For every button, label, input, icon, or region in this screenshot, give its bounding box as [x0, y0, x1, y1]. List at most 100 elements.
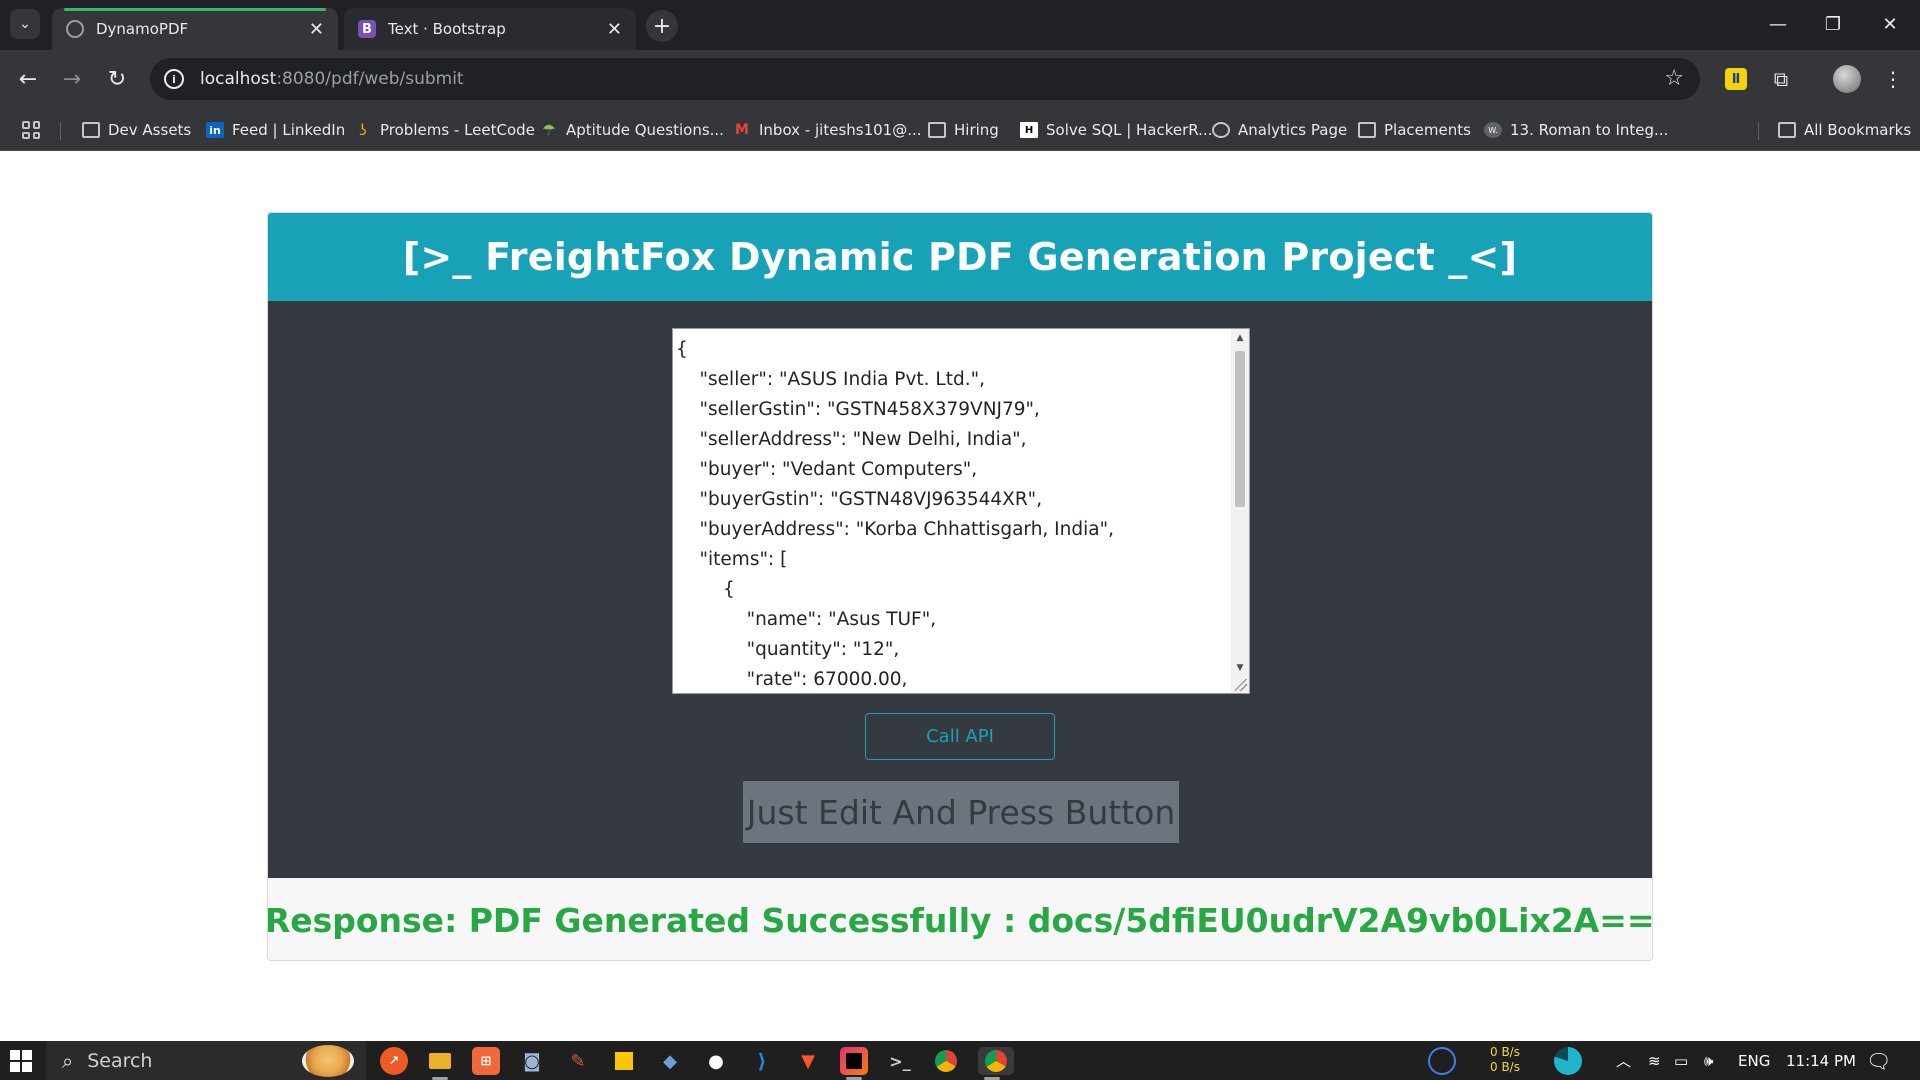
card-body: { "seller": "ASUS India Pvt. Ltd.", "sel… [268, 301, 1652, 878]
net-download: 0 B/s [1490, 1060, 1520, 1074]
show-hidden-icons[interactable]: ︿ [1616, 1041, 1631, 1080]
bookmark-dev-assets[interactable]: Dev Assets [82, 117, 191, 143]
tab-bootstrap[interactable]: B Text · Bootstrap ✕ [344, 8, 636, 50]
extension-button[interactable]: Ⅱ [1721, 64, 1751, 94]
usage-gauge-icon[interactable] [1554, 1047, 1582, 1075]
bookmark-gmail[interactable]: M Inbox - jiteshs101@... [733, 117, 922, 143]
github-icon[interactable]: ● [702, 1047, 730, 1075]
app-icon[interactable]: ◆ [656, 1047, 684, 1075]
chrome-icon[interactable] [932, 1047, 960, 1075]
json-input-textarea[interactable]: { "seller": "ASUS India Pvt. Ltd.", "sel… [672, 328, 1250, 694]
bookmark-star-icon[interactable]: ☆ [1664, 66, 1684, 91]
gmail-icon: M [735, 122, 749, 138]
browser-tabstrip: ⌄ DynamoPDF ✕ B Text · Bootstrap ✕ + — ❐… [0, 0, 1920, 50]
bookmark-analytics[interactable]: Analytics Page [1212, 117, 1347, 143]
scrollbar-thumb[interactable] [1235, 351, 1245, 507]
browser-toolbar: ← → ↻ i localhost:8080/pdf/web/submit ☆ … [0, 50, 1920, 108]
extensions-menu-button[interactable]: ⧉ [1766, 64, 1796, 94]
language-indicator[interactable]: ENG [1738, 1041, 1770, 1080]
taskbar-search[interactable]: ⌕ Search [46, 1041, 366, 1080]
brave-icon[interactable]: ▼ [794, 1047, 822, 1075]
main-card: [>_ FreightFox Dynamic PDF Generation Pr… [267, 212, 1653, 961]
tab-title: Text · Bootstrap [388, 20, 506, 38]
bookmark-label: All Bookmarks [1804, 121, 1912, 139]
paint-icon[interactable]: ✎ [564, 1047, 592, 1075]
bookmark-all-bookmarks[interactable]: All Bookmarks [1778, 117, 1911, 143]
leetcode-icon: ʖ [359, 121, 367, 139]
vscode-icon[interactable]: ⟩ [748, 1047, 776, 1075]
net-upload: 0 B/s [1490, 1045, 1520, 1059]
site-info-icon[interactable]: i [164, 69, 184, 89]
divider [1758, 122, 1759, 140]
cpu-gauge-icon[interactable] [1428, 1047, 1456, 1075]
volume-icon[interactable]: 🕪 [1704, 1041, 1713, 1080]
avatar [1833, 65, 1861, 93]
close-icon[interactable]: ✕ [607, 19, 622, 40]
postman-icon[interactable]: ↗ [380, 1047, 408, 1075]
bookmark-aptitude[interactable]: ☂ Aptitude Questions... [540, 117, 724, 143]
notification-icon[interactable]: 🗨 [1866, 1041, 1891, 1080]
windows-start-icon[interactable] [10, 1050, 32, 1072]
forward-button[interactable]: → [56, 63, 88, 95]
minimize-button[interactable]: — [1758, 10, 1798, 38]
bookmark-label: Feed | LinkedIn [232, 121, 346, 139]
bookmark-hackerrank[interactable]: H Solve SQL | HackerR... [1020, 117, 1212, 143]
bookmark-label: Problems - LeetCode [380, 121, 535, 139]
wifi-icon[interactable]: ≋ [1648, 1041, 1661, 1080]
sticky-notes-icon[interactable] [610, 1047, 638, 1075]
intellij-icon[interactable] [840, 1047, 868, 1080]
call-api-button[interactable]: Call API [865, 713, 1055, 760]
minimize-icon: — [1769, 13, 1787, 35]
bookmark-leetcode[interactable]: ʖ Problems - LeetCode [354, 117, 535, 143]
reload-button[interactable]: ↻ [101, 63, 133, 95]
api-response-text: API Response: PDF Generated Successfully… [267, 900, 1653, 940]
bookmark-label: Inbox - jiteshs101@... [759, 121, 922, 139]
new-tab-button[interactable]: + [646, 10, 678, 42]
divider [60, 122, 61, 140]
language-text: ENG [1738, 1051, 1771, 1070]
bookmark-label: Solve SQL | HackerR... [1046, 121, 1213, 139]
address-bar[interactable]: i localhost:8080/pdf/web/submit ☆ [150, 58, 1700, 100]
bookmark-roman-to-integer[interactable]: W. 13. Roman to Integ... [1484, 117, 1668, 143]
folder-icon [82, 122, 100, 138]
folder-icon [928, 122, 946, 138]
browser-menu-button[interactable]: ⋮ [1878, 64, 1908, 94]
scroll-down-icon[interactable]: ▼ [1231, 659, 1249, 677]
tab-title: DynamoPDF [96, 20, 189, 38]
linkedin-icon: in [206, 122, 224, 138]
restore-icon: ❐ [1824, 13, 1842, 35]
json-input-text[interactable]: { "seller": "ASUS India Pvt. Ltd.", "sel… [676, 335, 1221, 693]
bookmark-label: Aptitude Questions... [566, 121, 724, 139]
page-title: [>_ FreightFox Dynamic PDF Generation Pr… [402, 235, 1518, 279]
apps-button[interactable] [22, 117, 40, 143]
close-icon[interactable]: ✕ [309, 19, 324, 40]
chrome-active-icon[interactable] [978, 1047, 1014, 1080]
profile-button[interactable] [1832, 64, 1862, 94]
clock[interactable]: 11:14 PM [1786, 1041, 1856, 1080]
chevron-up-icon: ︿ [1616, 1052, 1632, 1070]
terminal-icon[interactable]: >_ [886, 1047, 914, 1075]
apps-grid-icon [22, 121, 40, 139]
bookmark-hiring[interactable]: Hiring [928, 117, 999, 143]
tab-dynamopdf[interactable]: DynamoPDF ✕ [52, 8, 338, 50]
bookmark-label: Analytics Page [1238, 121, 1348, 139]
search-icon: ⌕ [62, 1048, 74, 1073]
scroll-up-icon[interactable]: ▲ [1231, 329, 1249, 347]
bookmark-linkedin[interactable]: in Feed | LinkedIn [206, 117, 345, 143]
globe-icon [66, 20, 84, 38]
folder-icon[interactable] [426, 1047, 454, 1080]
restore-button[interactable]: ❐ [1813, 10, 1853, 38]
resize-handle-icon[interactable] [1235, 679, 1247, 691]
puzzle-icon: ⧉ [1773, 67, 1789, 91]
tab-search-menu[interactable]: ⌄ [10, 9, 40, 39]
bookmark-placements[interactable]: Placements [1358, 117, 1471, 143]
network-speed: 0 B/s 0 B/s [1490, 1045, 1520, 1075]
bootstrap-icon: B [358, 20, 376, 38]
battery-icon[interactable]: ▭ [1674, 1041, 1688, 1080]
back-button[interactable]: ← [12, 63, 44, 95]
scrollbar[interactable]: ▲ ▼ [1231, 329, 1249, 693]
app-icon[interactable]: ⊞ [472, 1047, 500, 1075]
camera-icon[interactable]: ◙ [518, 1047, 546, 1075]
close-window-button[interactable]: ✕ [1870, 10, 1910, 38]
arrow-right-icon: → [62, 66, 82, 92]
